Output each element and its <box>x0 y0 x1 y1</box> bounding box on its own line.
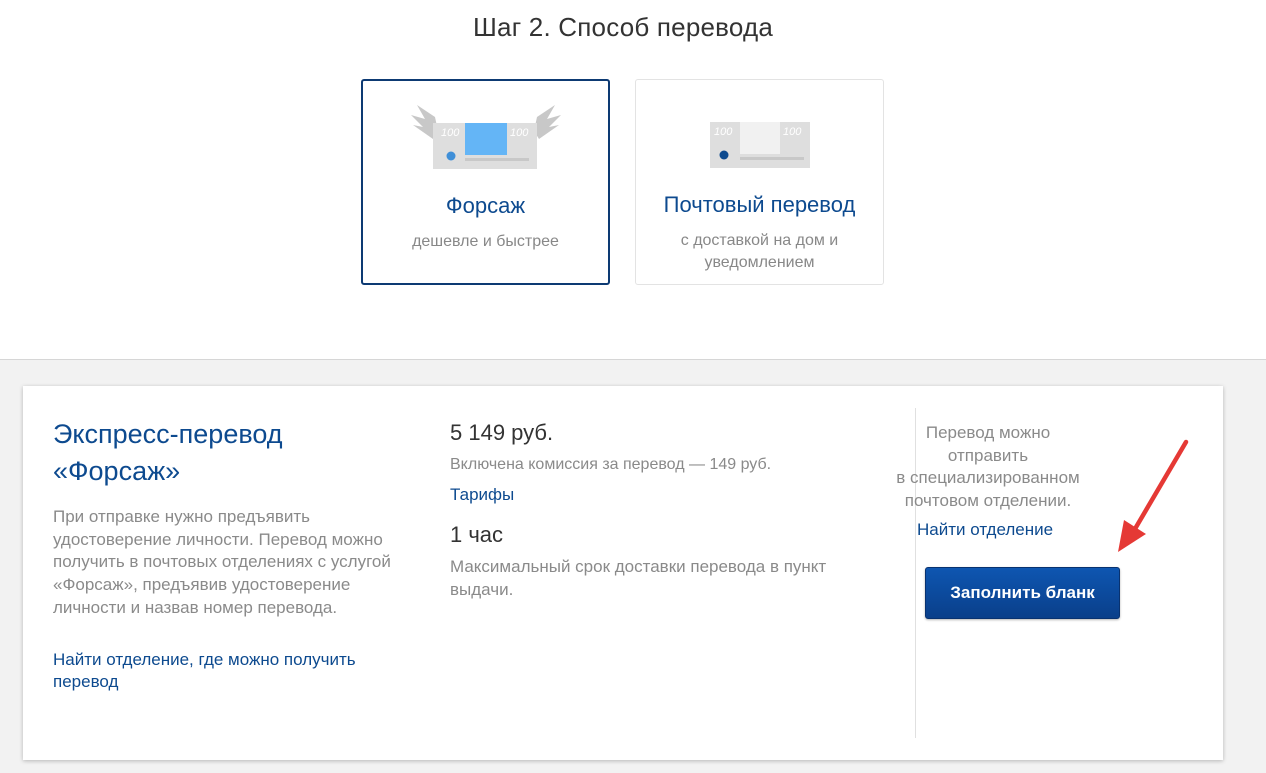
option-forsazh-title: Форсаж <box>445 193 526 218</box>
send-info-line: Перевод можно <box>925 423 1051 442</box>
delivery-duration: 1 час <box>450 522 504 547</box>
right-wing-icon <box>534 105 561 139</box>
delivery-duration-description: Максимальный срок доставки перевода в пу… <box>450 557 827 599</box>
option-forsazh[interactable]: 100 100 Форсаж дешевле и быстрее <box>361 79 610 285</box>
option-postal-transfer[interactable]: 100 100 Почтовый перевод с доставкой на … <box>635 79 884 285</box>
price-amount: 5 149 руб. <box>450 420 554 445</box>
tariffs-link[interactable]: Тарифы <box>450 485 514 505</box>
option-postal-title: Почтовый перевод <box>663 192 856 217</box>
commission-note: Включена комиссия за перевод — 149 руб. <box>450 456 772 473</box>
red-arrow-icon <box>1118 439 1189 552</box>
svg-text:100: 100 <box>783 126 802 138</box>
step-title: Шаг 2. Способ перевода <box>473 12 773 42</box>
svg-text:100: 100 <box>441 127 460 139</box>
transfer-details-panel: Экспресс-перевод «Форсаж» При отправке н… <box>23 386 1223 760</box>
forsazh-illustration: 100 100 <box>363 101 608 176</box>
send-info-line: в специализированном <box>896 468 1080 487</box>
postal-illustration: 100 100 <box>636 100 883 175</box>
option-postal-subtitle: с доставкой на дом и уведомлением <box>680 232 839 271</box>
option-forsazh-subtitle: дешевле и быстрее <box>412 233 559 250</box>
send-info-line: почтовом отделении. <box>904 490 1072 510</box>
panel-description: При отправке нужно предъявить удостовере… <box>53 507 391 617</box>
find-receiving-office-link[interactable]: Найти отделение, где можно получить пере… <box>53 649 413 693</box>
find-office-link[interactable]: Найти отделение <box>917 520 1053 540</box>
panel-title: Экспресс-перевод «Форсаж» <box>53 419 283 486</box>
send-info-line: отправить <box>947 445 1029 465</box>
svg-text:100: 100 <box>714 126 733 138</box>
send-info-text: Перевод можно отправить в специализирова… <box>888 422 1088 512</box>
svg-text:100: 100 <box>510 127 529 139</box>
fill-form-button[interactable]: Заполнить бланк <box>925 567 1120 619</box>
